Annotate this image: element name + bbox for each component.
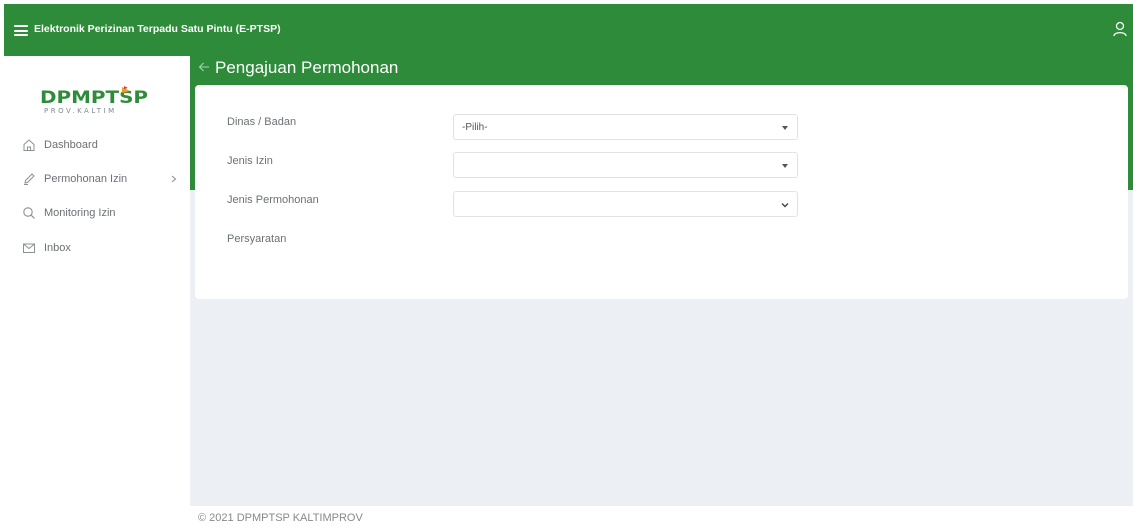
caret-down-icon bbox=[782, 164, 788, 168]
dinas-badan-value: -Pilih- bbox=[462, 122, 488, 133]
dinas-badan-label: Dinas / Badan bbox=[227, 116, 297, 128]
sidebar-item-label: Monitoring Izin bbox=[44, 207, 116, 219]
footer-copyright: © 2021 DPMPTSP KALTIMPROV bbox=[198, 512, 363, 524]
page-title: Pengajuan Permohonan bbox=[215, 58, 399, 77]
app-title: Elektronik Perizinan Terpadu Satu Pintu … bbox=[34, 23, 281, 35]
pencil-icon bbox=[24, 173, 35, 185]
svg-text:DPMPTSP: DPMPTSP bbox=[40, 88, 148, 108]
form-card: Dinas / Badan -Pilih- Jenis Izin Jenis P… bbox=[195, 85, 1128, 299]
dinas-badan-select[interactable]: -Pilih- bbox=[453, 114, 798, 140]
sidebar-item-permohonan-izin[interactable]: Permohonan Izin bbox=[4, 168, 190, 192]
persyaratan-label: Persyaratan bbox=[227, 233, 287, 245]
jenis-permohonan-select[interactable] bbox=[453, 191, 798, 217]
sidebar: DPMPTSP PROV.KALTIM Dashboard Permohonan… bbox=[4, 56, 190, 527]
user-icon[interactable] bbox=[1113, 21, 1127, 37]
jenis-permohonan-label: Jenis Permohonan bbox=[227, 194, 319, 206]
jenis-izin-label: Jenis Izin bbox=[227, 155, 273, 167]
svg-text:PROV.KALTIM: PROV.KALTIM bbox=[44, 107, 117, 115]
sidebar-item-label: Dashboard bbox=[44, 139, 98, 151]
sidebar-item-label: Permohonan Izin bbox=[44, 173, 128, 185]
hamburger-menu-icon[interactable] bbox=[14, 25, 28, 36]
arrow-left-icon[interactable] bbox=[197, 60, 211, 74]
chevron-down-icon bbox=[781, 203, 789, 208]
search-icon bbox=[23, 207, 35, 219]
mail-icon bbox=[23, 243, 35, 253]
top-bar: Elektronik Perizinan Terpadu Satu Pintu … bbox=[4, 4, 1133, 56]
sidebar-item-label: Inbox bbox=[44, 242, 71, 254]
chevron-right-icon bbox=[171, 175, 177, 183]
logo: DPMPTSP PROV.KALTIM bbox=[40, 86, 148, 115]
jenis-izin-select[interactable] bbox=[453, 152, 798, 178]
sidebar-item-inbox[interactable]: Inbox bbox=[4, 237, 190, 261]
caret-down-icon bbox=[782, 126, 788, 130]
sidebar-item-monitoring-izin[interactable]: Monitoring Izin bbox=[4, 202, 190, 226]
sidebar-item-dashboard[interactable]: Dashboard bbox=[4, 134, 190, 158]
home-icon bbox=[23, 139, 35, 151]
